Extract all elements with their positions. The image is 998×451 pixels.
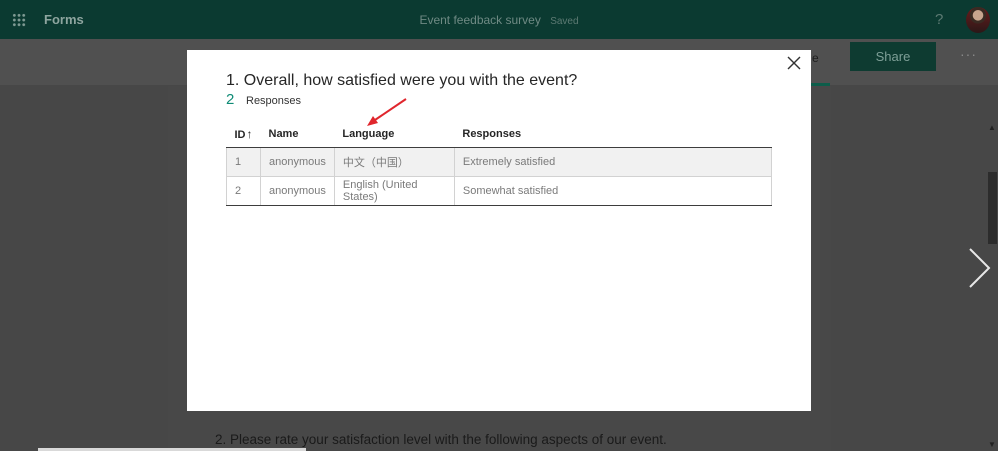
help-icon[interactable]: ? (935, 11, 943, 28)
sort-ascending-icon[interactable]: ↑ (247, 127, 253, 141)
question-2-title: 2. Please rate your satisfaction level w… (215, 432, 667, 447)
dialog-question-title: 1. Overall, how satisfied were you with … (226, 72, 578, 89)
column-header-responses[interactable]: Responses (454, 121, 772, 148)
next-page-chevron-icon[interactable] (964, 246, 994, 290)
tab-responses-fragment[interactable]: e (812, 51, 819, 65)
response-count: 2 (226, 91, 235, 108)
cell-language: 中文（中国） (334, 147, 455, 177)
responses-dialog: 1. Overall, how satisfied were you with … (187, 50, 811, 411)
close-icon[interactable] (785, 54, 803, 72)
cell-response: Extremely satisfied (454, 147, 773, 177)
cell-id: 2 (226, 176, 261, 206)
response-count-label: Responses (246, 95, 302, 107)
responses-table: ID↑ Name Language Responses 1 anonymous … (226, 121, 773, 206)
save-status: Saved (550, 16, 579, 27)
scroll-up-icon[interactable]: ▲ (988, 123, 996, 132)
top-app-bar: Forms Event feedback survey Saved ? (0, 0, 998, 39)
cell-response: Somewhat satisfied (454, 176, 773, 206)
document-title: Event feedback survey Saved (0, 13, 998, 27)
document-title-text[interactable]: Event feedback survey (419, 13, 540, 27)
column-header-language[interactable]: Language (334, 121, 455, 148)
cell-name: anonymous (260, 176, 335, 206)
share-button[interactable]: Share (850, 42, 936, 71)
table-row[interactable]: 2 anonymous English (United States) Some… (226, 176, 773, 206)
cell-id: 1 (226, 147, 261, 177)
scroll-down-icon[interactable]: ▼ (988, 440, 996, 449)
table-row[interactable]: 1 anonymous 中文（中国） Extremely satisfied (226, 147, 773, 177)
cell-language: English (United States) (334, 176, 455, 206)
more-options-icon[interactable]: ··· (960, 46, 977, 62)
scrollbar-thumb[interactable] (988, 172, 997, 244)
cell-name: anonymous (260, 147, 335, 177)
column-header-id[interactable]: ID↑ (226, 121, 261, 148)
column-header-name[interactable]: Name (260, 121, 335, 148)
table-header-row: ID↑ Name Language Responses (226, 121, 772, 148)
avatar[interactable] (966, 7, 990, 33)
